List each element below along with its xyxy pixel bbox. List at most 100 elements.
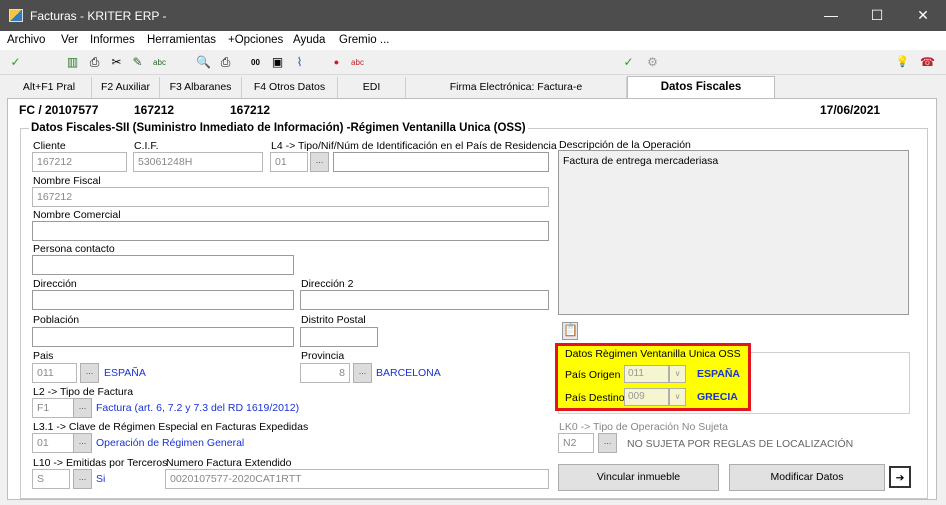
l31-code-field[interactable]: 01 — [32, 433, 77, 453]
distrito-postal-field[interactable] — [300, 327, 378, 347]
pais-code-field[interactable]: 011 — [32, 363, 77, 383]
cif-label: C.I.F. — [134, 140, 159, 152]
close-button[interactable]: ✕ — [900, 0, 946, 31]
direccion-field[interactable] — [32, 290, 294, 310]
numero-extendido-field[interactable]: 0020107577-2020CAT1RTT — [165, 469, 549, 489]
menu-ayuda[interactable]: Ayuda — [293, 34, 325, 46]
clipboard-icon[interactable]: 📋 — [562, 322, 578, 340]
pais-origen-field[interactable]: 011 — [624, 365, 669, 383]
menu-gremio[interactable]: Gremio ... — [339, 34, 389, 46]
oss-title: Datos Règimen Ventanilla Unica OSS — [565, 348, 741, 360]
l4-label: L4 -> Tipo/Nif/Núm de Identificación en … — [271, 140, 557, 152]
oss-highlight-box: Datos Règimen Ventanilla Unica OSS País … — [555, 343, 751, 411]
descripcion-memo[interactable]: Factura de entrega mercaderiasa — [558, 150, 909, 315]
window-title: Facturas - KRITER ERP - — [30, 9, 167, 23]
l10-code-field[interactable]: S — [32, 469, 70, 489]
lk0-code-field[interactable]: N2 — [558, 433, 594, 453]
nombre-fiscal-label: Nombre Fiscal — [33, 175, 101, 187]
doc-number: FC / 20107577 — [19, 103, 99, 117]
pais-destino-field[interactable]: 009 — [624, 388, 669, 406]
menu-archivo[interactable]: Archivo — [7, 34, 45, 46]
persona-contacto-label: Persona contacto — [33, 243, 115, 255]
l4-tipo-field[interactable]: 01 — [270, 152, 308, 172]
cliente-field[interactable]: 167212 — [32, 152, 127, 172]
l31-lookup-button[interactable]: ... — [73, 433, 92, 453]
pais-destino-label: País Destino — [565, 392, 625, 404]
pais-destino-name: GRECIA — [697, 391, 738, 403]
l10-description: Si — [96, 473, 106, 485]
tab-otros-datos[interactable]: F4 Otros Datos — [242, 77, 338, 98]
distrito-postal-label: Distrito Postal — [301, 314, 366, 326]
cliente-label: Cliente — [33, 140, 66, 152]
poblacion-field[interactable] — [32, 327, 294, 347]
pen-icon[interactable]: ✎ — [130, 55, 145, 70]
nombre-fiscal-field[interactable]: 167212 — [32, 187, 549, 207]
menu-opciones[interactable]: +Opciones — [228, 34, 283, 46]
l2-lookup-button[interactable]: ... — [73, 398, 92, 418]
menu-ver[interactable]: Ver — [61, 34, 78, 46]
spellcheck-icon[interactable]: abc — [350, 55, 365, 70]
l2-code-field[interactable]: F1 — [32, 398, 77, 418]
l31-description: Operación de Régimen General — [96, 437, 245, 449]
tab-firma-electronica[interactable]: Firma Electrónica: Factura-e — [406, 77, 627, 98]
tool-icon[interactable]: ⚙ — [645, 55, 660, 70]
tab-datos-fiscales[interactable]: Datos Fiscales — [627, 76, 775, 98]
lk0-label: LK0 -> Tipo de Operación No Sujeta — [559, 421, 728, 433]
maximize-button[interactable]: ☐ — [854, 0, 900, 31]
poblacion-label: Población — [33, 314, 80, 326]
scissors-icon[interactable]: ✂ — [109, 55, 124, 70]
l4-lookup-button[interactable]: ... — [310, 152, 329, 172]
phone-icon[interactable]: ☎ — [920, 55, 935, 70]
print-icon[interactable]: ⎙ — [87, 55, 102, 70]
l2-label: L2 -> Tipo de Factura — [33, 386, 134, 398]
l10-label: L10 -> Emitidas por Terceros — [33, 457, 168, 469]
l10-lookup-button[interactable]: ... — [73, 469, 92, 489]
lk0-lookup-button[interactable]: ... — [598, 433, 617, 453]
paperclip-icon[interactable]: ⌇ — [292, 55, 307, 70]
menu-bar: Archivo Ver Informes Herramientas +Opcio… — [0, 31, 946, 50]
menu-herramientas[interactable]: Herramientas — [147, 34, 216, 46]
header-code-2: 167212 — [230, 103, 271, 117]
barcode-icon[interactable]: ▥ — [65, 55, 80, 70]
app-icon — [9, 9, 23, 22]
provincia-code-field[interactable]: 8 — [300, 363, 350, 383]
printer-icon[interactable]: ⎙ — [218, 55, 233, 70]
provincia-lookup-button[interactable]: ... — [353, 363, 372, 383]
tab-auxiliar[interactable]: F2 Auxiliar — [92, 77, 160, 98]
l4-number-field[interactable] — [333, 152, 549, 172]
preview-icon[interactable]: 🔍 — [196, 55, 211, 70]
persona-contacto-field[interactable] — [32, 255, 294, 275]
record-icon[interactable]: ● — [329, 55, 344, 70]
lk0-description: NO SUJETA POR REGLAS DE LOCALIZACIÓN — [627, 438, 854, 450]
pais-origen-dropdown-icon[interactable]: ∨ — [669, 365, 686, 383]
numbering-icon[interactable]: 00 — [248, 55, 263, 70]
validate-icon[interactable]: ✓ — [621, 55, 636, 70]
abc-icon[interactable]: abc — [152, 55, 167, 70]
next-arrow-icon[interactable]: ➔ — [889, 466, 911, 488]
menu-informes[interactable]: Informes — [90, 34, 135, 46]
pais-origen-label: País Origen — [565, 369, 621, 381]
tab-edi[interactable]: EDI — [338, 77, 406, 98]
pais-lookup-button[interactable]: ... — [80, 363, 99, 383]
direccion2-field[interactable] — [300, 290, 549, 310]
tab-albaranes[interactable]: F3 Albaranes — [160, 77, 242, 98]
cif-field[interactable]: 53061248H — [133, 152, 263, 172]
pais-origen-name: ESPAÑA — [697, 368, 740, 380]
pais-name: ESPAÑA — [104, 367, 146, 379]
minimize-button[interactable]: — — [808, 0, 854, 31]
picture-icon[interactable]: ▣ — [270, 55, 285, 70]
nombre-comercial-field[interactable] — [32, 221, 549, 241]
provincia-name: BARCELONA — [376, 367, 441, 379]
ok-icon[interactable]: ✓ — [8, 55, 23, 70]
lightbulb-icon[interactable]: 💡 — [895, 55, 910, 70]
tab-pral[interactable]: Alt+F1 Pral — [7, 77, 92, 98]
vincular-inmueble-button[interactable]: Vincular inmueble — [558, 464, 719, 491]
direccion-label: Dirección — [33, 278, 77, 290]
title-bar: Facturas - KRITER ERP - — ☐ ✕ — [0, 0, 946, 31]
l31-label: L3.1 -> Clave de Régimen Especial en Fac… — [33, 421, 309, 433]
pais-destino-dropdown-icon[interactable]: ∨ — [669, 388, 686, 406]
modificar-datos-button[interactable]: Modificar Datos — [729, 464, 885, 491]
tab-strip: Alt+F1 Pral F2 Auxiliar F3 Albaranes F4 … — [7, 76, 937, 98]
doc-date: 17/06/2021 — [820, 103, 881, 117]
toolbar: ✓ ▥ ⎙ ✂ ✎ abc 🔍 ⎙ 00 ▣ ⌇ ● abc ✓ ⚙ 💡 ☎ — [0, 50, 946, 75]
